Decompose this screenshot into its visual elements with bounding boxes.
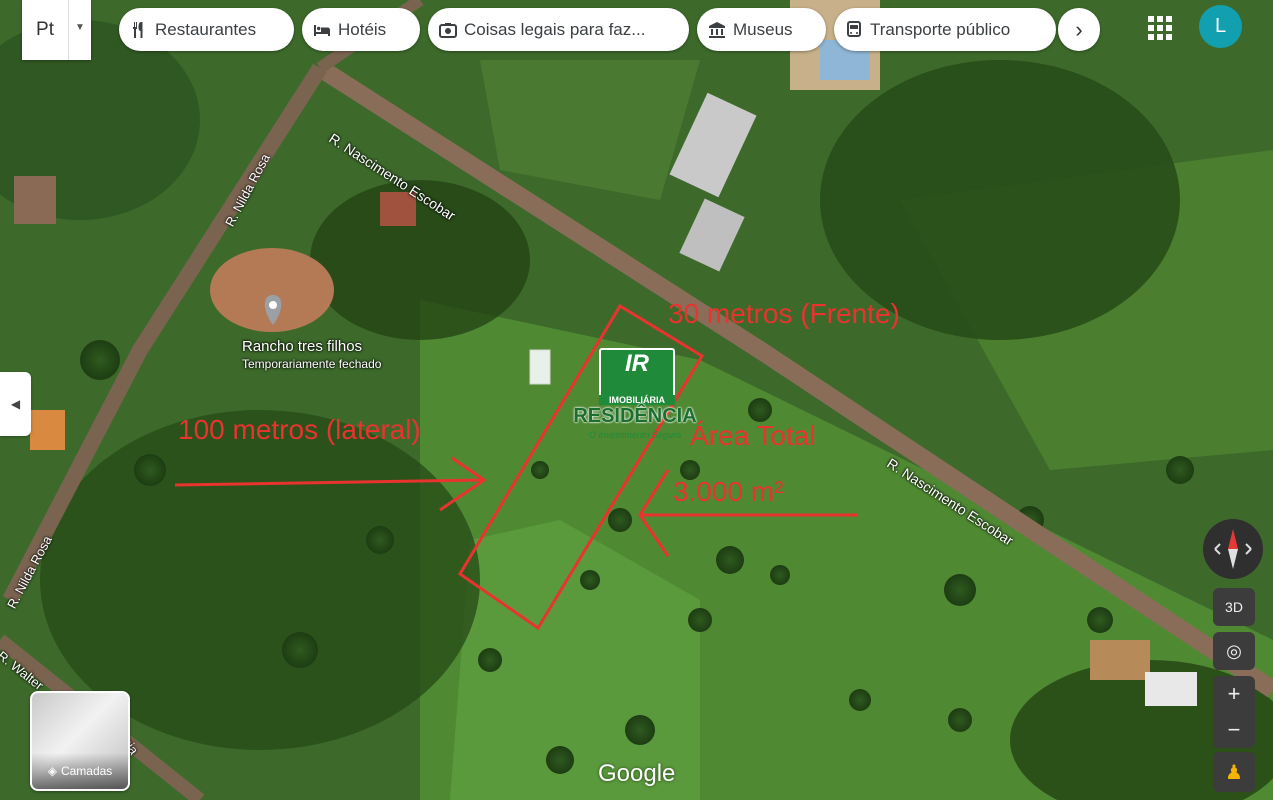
chip-label: Coisas legais para faz... [464, 19, 646, 39]
watermark-line2: RESIDÊNCIA [573, 405, 697, 427]
location-target-icon: ◎ [1226, 640, 1242, 661]
chip-label: Restaurantes [155, 19, 257, 39]
bed-icon [312, 20, 332, 40]
chip-hotels[interactable]: Hotéis [302, 8, 420, 51]
area-title-label: Área Total [690, 420, 816, 451]
account-avatar[interactable]: L [1199, 5, 1242, 48]
place-name[interactable]: Rancho tres filhos [242, 338, 362, 355]
zoom-in-button[interactable]: + [1213, 676, 1255, 712]
chip-restaurants[interactable]: Restaurantes [119, 8, 294, 51]
chip-label: Transporte público [870, 19, 1011, 39]
view-3d-button[interactable]: 3D [1213, 588, 1255, 626]
museum-icon [707, 20, 727, 40]
pegman-button[interactable]: ♟ [1213, 752, 1255, 792]
layers-label-row: ◈ Camadas [32, 753, 128, 789]
zoom-out-button[interactable]: − [1213, 712, 1255, 748]
camera-icon [438, 20, 458, 40]
layers-icon: ◈ [47, 764, 57, 778]
layers-label: Camadas [60, 764, 113, 778]
apps-grid-icon[interactable] [1144, 12, 1176, 44]
chip-label: Hotéis [338, 19, 387, 39]
chip-things-to-do[interactable]: Coisas legais para faz... [428, 8, 689, 51]
compass-needle-icon [1214, 529, 1252, 569]
layers-button[interactable]: ◈ Camadas [30, 691, 130, 791]
collapse-panel-button[interactable]: ◀ [0, 372, 31, 436]
dropdown-arrow-icon: ▼ [75, 22, 85, 33]
chip-transit[interactable]: Transporte público [834, 8, 1056, 51]
watermark-logo: IR IMOBILIÁRIA RESIDÊNCIA O Investimento… [565, 348, 705, 443]
chevron-right-icon: › [1075, 16, 1083, 42]
language-code: Pt [22, 0, 69, 60]
language-selector[interactable]: Pt ▼ [22, 0, 91, 60]
fork-knife-icon [129, 20, 149, 40]
watermark-line1: IMOBILIÁRIA [599, 395, 675, 405]
watermark-line3: O Investimento Seguro [588, 430, 682, 440]
chip-label: Museus [733, 19, 793, 39]
chip-museums[interactable]: Museus [697, 8, 826, 51]
place-status: Temporariamente fechado [242, 357, 382, 371]
compass-button[interactable] [1203, 519, 1263, 579]
pegman-icon: ♟ [1225, 761, 1243, 784]
lateral-measure-label: 100 metros (lateral) [178, 414, 421, 445]
front-measure-label: 30 metros (Frente) [668, 298, 900, 329]
my-location-button[interactable]: ◎ [1213, 632, 1255, 670]
google-logo: Google [598, 760, 676, 787]
watermark-badge: IR [599, 348, 675, 400]
bus-icon [844, 20, 864, 40]
chips-next-button[interactable]: › [1058, 8, 1100, 51]
chevron-left-icon: ◀ [10, 397, 21, 411]
area-value-label: 3.000 m² [673, 476, 784, 507]
